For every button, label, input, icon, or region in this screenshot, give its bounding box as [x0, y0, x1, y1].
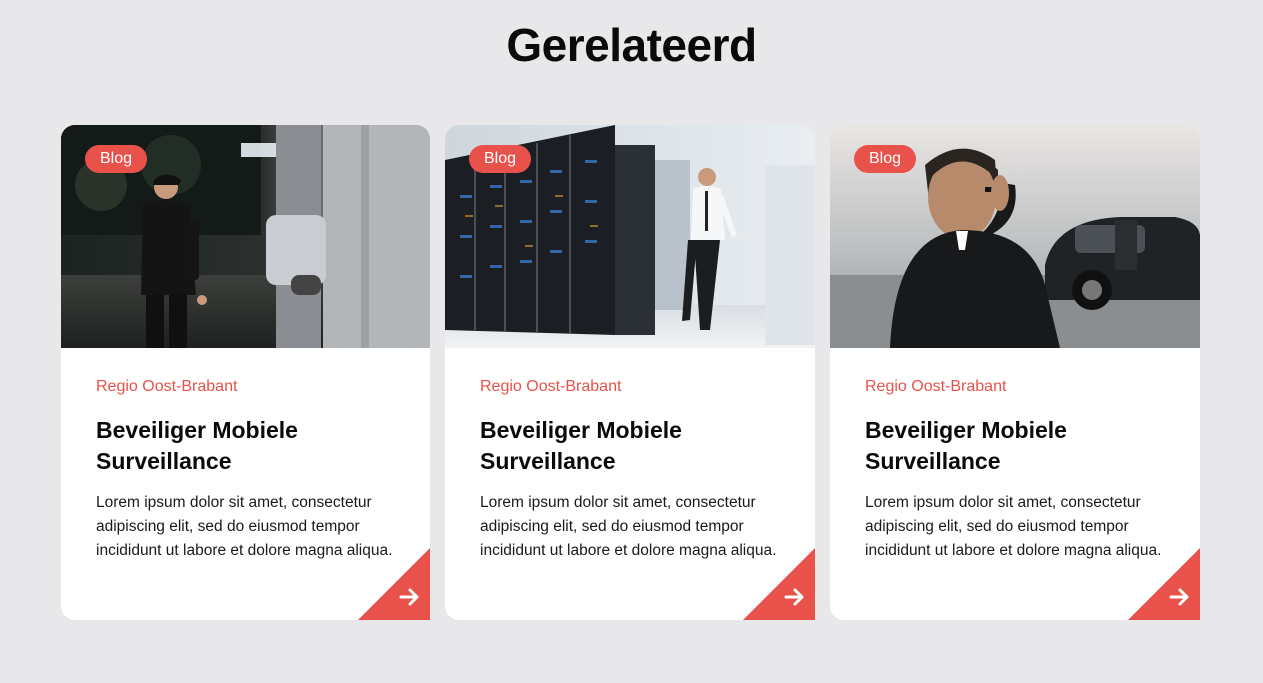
blog-badge[interactable]: Blog: [85, 145, 148, 173]
related-card-3[interactable]: Blog Regio Oost-Brabant Beveiliger Mobie…: [830, 125, 1200, 620]
card-body: Regio Oost-Brabant Beveiliger Mobiele Su…: [96, 377, 406, 563]
related-card-1[interactable]: Blog Regio Oost-Brabant Beveiliger Mobie…: [61, 125, 430, 620]
arrow-right-icon: [1128, 548, 1200, 620]
card-image: Blog: [830, 125, 1200, 348]
card-title[interactable]: Beveiliger Mobiele Surveillance: [96, 415, 406, 477]
related-cards: Blog Regio Oost-Brabant Beveiliger Mobie…: [61, 125, 1201, 620]
card-body: Regio Oost-Brabant Beveiliger Mobiele Su…: [865, 377, 1175, 563]
read-more-button[interactable]: [1128, 548, 1200, 620]
card-title[interactable]: Beveiliger Mobiele Surveillance: [865, 415, 1175, 477]
card-image: Blog: [61, 125, 430, 348]
read-more-button[interactable]: [743, 548, 815, 620]
card-region: Regio Oost-Brabant: [96, 378, 238, 395]
read-more-button[interactable]: [358, 548, 430, 620]
blog-badge[interactable]: Blog: [469, 145, 532, 173]
blog-badge[interactable]: Blog: [854, 145, 917, 173]
card-region: Regio Oost-Brabant: [480, 378, 622, 395]
section-title: Gerelateerd: [506, 19, 757, 71]
card-body: Regio Oost-Brabant Beveiliger Mobiele Su…: [480, 377, 790, 563]
card-title[interactable]: Beveiliger Mobiele Surveillance: [480, 415, 790, 477]
arrow-right-icon: [358, 548, 430, 620]
card-image: Blog: [445, 125, 815, 348]
related-card-2[interactable]: Blog Regio Oost-Brabant Beveiliger Mobie…: [445, 125, 815, 620]
card-region: Regio Oost-Brabant: [865, 378, 1007, 395]
arrow-right-icon: [743, 548, 815, 620]
